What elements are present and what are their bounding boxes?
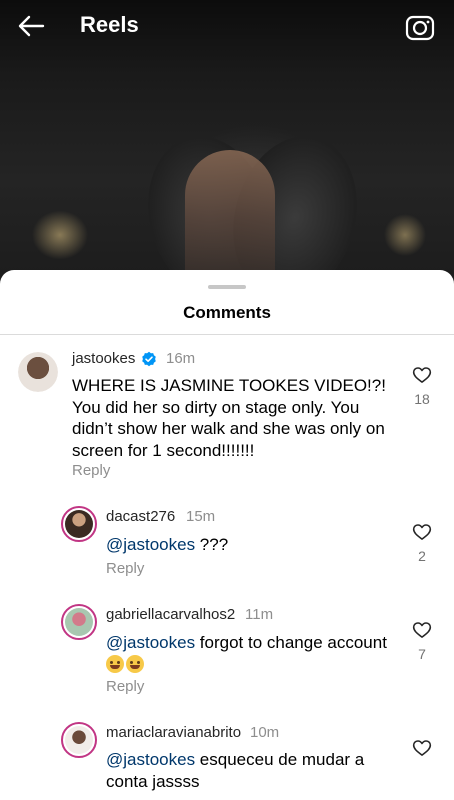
reply-time: 10m: [250, 724, 280, 741]
reply-username[interactable]: mariaclaravianabrito: [106, 724, 241, 741]
avatar[interactable]: [61, 722, 97, 758]
mention-link[interactable]: @jastookes: [106, 750, 195, 769]
top-bar: Reels: [0, 0, 454, 52]
reply-item: mariaclaravianabrito 10m @jastookes esqu…: [0, 270, 454, 800]
reply-text: @jastookes esqueceu de mudar a conta jas…: [106, 750, 365, 791]
page-title: Reels: [80, 12, 139, 37]
camera-icon[interactable]: [405, 12, 435, 42]
arrow-left-icon[interactable]: [16, 12, 46, 40]
heart-icon[interactable]: [412, 738, 432, 758]
comments-sheet: Comments jastookes 16m WHERE IS JASMINE …: [0, 270, 454, 800]
